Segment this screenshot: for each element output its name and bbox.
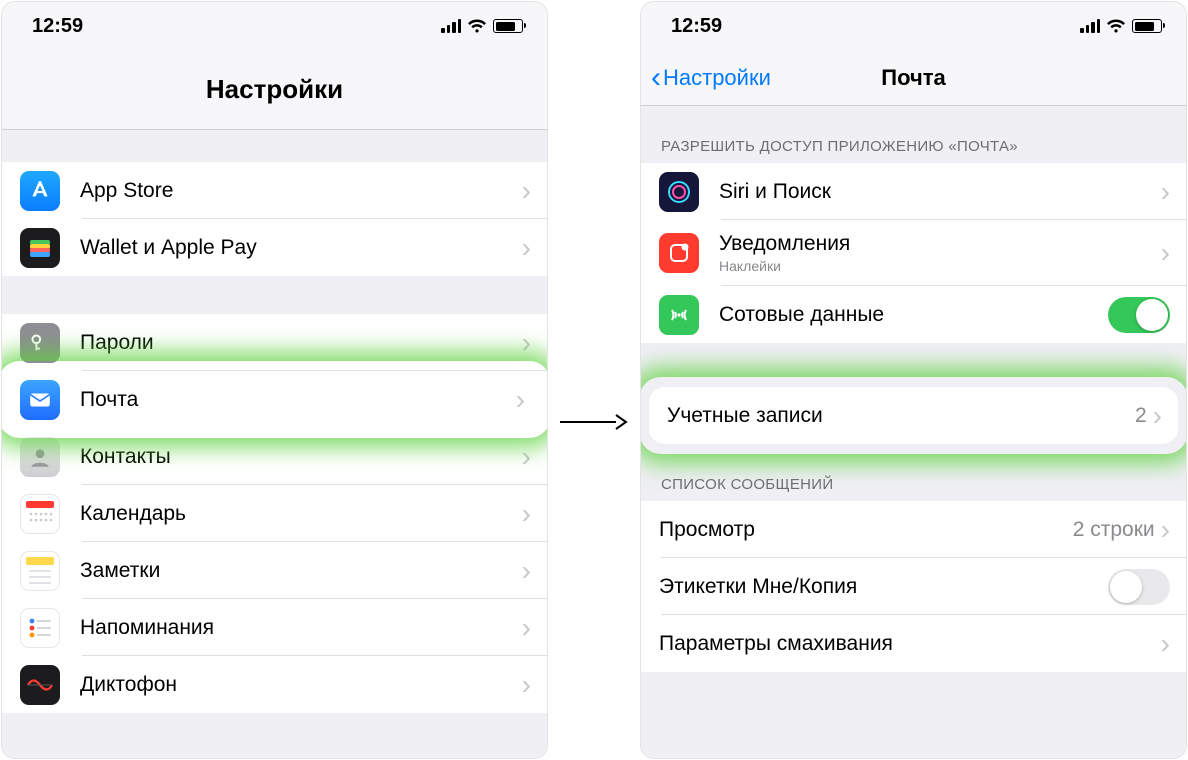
row-swipe-options[interactable]: Параметры смахивания › [641, 615, 1186, 672]
calendar-icon [20, 494, 60, 534]
chevron-right-icon: › [522, 177, 531, 205]
group-message-list: Просмотр 2 строки › Этикетки Мне/Копия П… [641, 501, 1186, 672]
row-label: Параметры смахивания [659, 632, 1161, 656]
row-label: Диктофон [80, 673, 522, 697]
row-label: Учетные записи [667, 404, 1135, 428]
phone-mail-settings: 12:59 ‹ Настройки Почта РАЗРЕШИТЬ ДОСТУП… [640, 1, 1187, 759]
chevron-right-icon: › [1161, 516, 1170, 544]
chevron-right-icon: › [1161, 178, 1170, 206]
chevron-right-icon: › [1161, 630, 1170, 658]
row-reminders[interactable]: Напоминания › [2, 599, 547, 656]
row-label: Заметки [80, 559, 522, 583]
status-time: 12:59 [32, 15, 83, 38]
row-appstore[interactable]: App Store › [2, 162, 547, 219]
settings-group-apps: Пароли › Почта › Контакты › [2, 314, 547, 713]
chevron-right-icon: › [522, 329, 531, 357]
chevron-right-icon: › [522, 557, 531, 585]
siri-icon [659, 172, 699, 212]
chevron-right-icon: › [516, 386, 525, 414]
settings-scroll[interactable]: App Store › Wallet и Apple Pay › Пароли [2, 130, 547, 758]
battery-icon [1132, 19, 1162, 33]
contacts-icon [20, 437, 60, 477]
battery-icon [493, 19, 523, 33]
nav-header: Настройки [2, 50, 547, 130]
row-mail[interactable]: Почта › [8, 371, 541, 428]
phone-settings: 12:59 Настройки App Store › [1, 1, 548, 759]
row-label: Календарь [80, 502, 522, 526]
tocc-toggle[interactable] [1108, 569, 1170, 605]
row-cellular[interactable]: Сотовые данные [641, 286, 1186, 343]
row-label: Напоминания [80, 616, 522, 640]
row-siri[interactable]: Siri и Поиск › [641, 163, 1186, 220]
cellular-signal-icon [441, 19, 461, 33]
status-icons [1080, 19, 1162, 34]
chevron-right-icon: › [522, 234, 531, 262]
cellular-toggle[interactable] [1108, 297, 1170, 333]
chevron-right-icon: › [522, 671, 531, 699]
highlight-mail: Почта › [8, 371, 541, 428]
highlight-accounts: Учетные записи 2 › [649, 387, 1178, 444]
row-sublabel: Наклейки [719, 258, 1161, 274]
group-access: Siri и Поиск › Уведомления Наклейки › [641, 163, 1186, 343]
appstore-icon [20, 171, 60, 211]
row-value: 2 строки [1073, 518, 1155, 542]
wifi-icon [1106, 19, 1126, 34]
cellular-icon [659, 295, 699, 335]
row-accounts[interactable]: Учетные записи 2 › [649, 387, 1178, 444]
chevron-right-icon: › [1153, 402, 1162, 430]
row-notifications[interactable]: Уведомления Наклейки › [641, 220, 1186, 286]
row-label: Этикетки Мне/Копия [659, 575, 1108, 599]
wallet-icon [20, 228, 60, 268]
row-label: Просмотр [659, 518, 1073, 542]
chevron-right-icon: › [522, 500, 531, 528]
chevron-right-icon: › [522, 614, 531, 642]
row-wallet[interactable]: Wallet и Apple Pay › [2, 219, 547, 276]
nav-header: ‹ Настройки Почта [641, 50, 1186, 106]
row-label: Сотовые данные [719, 303, 1108, 327]
page-title: Почта [641, 65, 1186, 91]
voicememos-icon [20, 665, 60, 705]
row-label: Уведомления [719, 232, 1161, 256]
section-header-access: РАЗРЕШИТЬ ДОСТУП ПРИЛОЖЕНИЮ «ПОЧТА» [641, 106, 1186, 163]
row-label: Пароли [80, 331, 522, 355]
page-title: Настройки [2, 74, 547, 105]
key-icon [20, 323, 60, 363]
chevron-right-icon: › [522, 443, 531, 471]
cellular-signal-icon [1080, 19, 1100, 33]
row-voicememos[interactable]: Диктофон › [2, 656, 547, 713]
flow-arrow-icon [558, 406, 628, 438]
row-label: Siri и Поиск [719, 180, 1161, 204]
settings-group-store: App Store › Wallet и Apple Pay › [2, 162, 547, 276]
status-bar: 12:59 [641, 2, 1186, 50]
row-calendar[interactable]: Календарь › [2, 485, 547, 542]
row-label: Почта [80, 388, 516, 412]
row-tocc-labels[interactable]: Этикетки Мне/Копия [641, 558, 1186, 615]
notifications-icon [659, 233, 699, 273]
status-icons [441, 19, 523, 34]
row-label: App Store [80, 179, 522, 203]
row-preview[interactable]: Просмотр 2 строки › [641, 501, 1186, 558]
chevron-right-icon: › [1161, 239, 1170, 267]
row-label-col: Уведомления Наклейки [719, 232, 1161, 274]
mail-icon [20, 380, 60, 420]
row-label: Wallet и Apple Pay [80, 236, 522, 260]
reminders-icon [20, 608, 60, 648]
row-notes[interactable]: Заметки › [2, 542, 547, 599]
status-bar: 12:59 [2, 2, 547, 50]
mail-settings-scroll[interactable]: РАЗРЕШИТЬ ДОСТУП ПРИЛОЖЕНИЮ «ПОЧТА» Siri… [641, 106, 1186, 758]
row-label: Контакты [80, 445, 522, 469]
row-value: 2 [1135, 404, 1147, 428]
wifi-icon [467, 19, 487, 34]
notes-icon [20, 551, 60, 591]
status-time: 12:59 [671, 15, 722, 38]
